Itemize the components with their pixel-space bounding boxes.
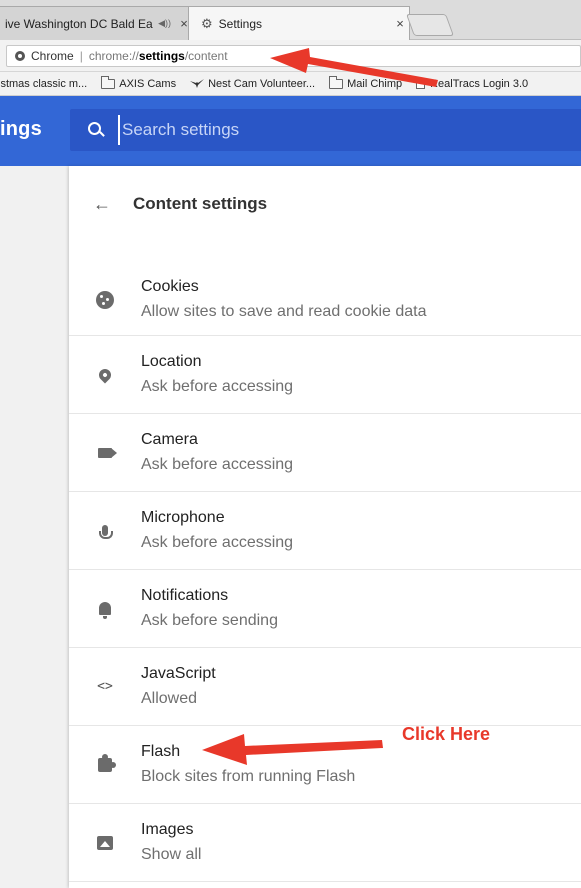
audio-icon: ◀)) (158, 18, 171, 28)
microphone-icon (99, 525, 113, 539)
item-description: Ask before sending (141, 611, 278, 629)
bookmarks-bar: istmas classic m... AXIS Cams Nest Cam V… (0, 72, 581, 96)
bookmark-axis-cams[interactable]: AXIS Cams (101, 75, 177, 90)
settings-list: Cookies Allow sites to save and read coo… (69, 264, 581, 882)
card-title: Content settings (133, 194, 268, 213)
list-item-javascript[interactable]: <> JavaScript Allowed (69, 648, 581, 726)
bookmark-realtracs[interactable]: RealTracs Login 3.0 (416, 78, 528, 90)
item-description: Ask before accessing (141, 455, 294, 473)
item-label: Location (141, 352, 202, 370)
item-description: Ask before accessing (141, 377, 294, 395)
tab-strip: ive Washington DC Bald Ea ◀)) × ⚙ Settin… (0, 0, 581, 40)
close-icon[interactable]: × (391, 16, 409, 31)
security-chip[interactable]: Chrome (15, 49, 74, 63)
folder-icon (101, 75, 116, 89)
separator: | (79, 49, 83, 63)
item-label: Images (141, 820, 194, 838)
bell-icon (99, 602, 111, 619)
item-label: Camera (141, 430, 198, 448)
list-item-flash[interactable]: Flash Block sites from running Flash (69, 726, 581, 804)
new-tab-button[interactable] (405, 14, 455, 36)
bird-icon (190, 78, 205, 88)
bookmark-label: RealTracs Login 3.0 (430, 77, 529, 90)
item-description: Ask before accessing (141, 533, 294, 551)
folder-icon (329, 75, 344, 89)
search-bar[interactable] (70, 109, 581, 151)
back-arrow-icon[interactable]: ← (93, 194, 133, 215)
settings-header: ings (0, 96, 581, 166)
content-settings-card: ← Content settings Cookies Allow sites t… (69, 166, 581, 888)
cookie-icon (96, 290, 114, 309)
bookmark-label: Nest Cam Volunteer... (208, 77, 316, 90)
item-label: Microphone (141, 508, 225, 526)
url-scheme: chrome:// (88, 49, 139, 63)
item-label: Flash (141, 742, 181, 760)
bookmark-label: istmas classic m... (0, 77, 88, 90)
chrome-icon (15, 51, 25, 61)
gear-icon: ⚙ (201, 15, 213, 31)
card-header: ← Content settings (69, 166, 581, 242)
list-item-camera[interactable]: Camera Ask before accessing (69, 414, 581, 492)
item-description: Block sites from running Flash (141, 767, 356, 785)
bookmark-label: AXIS Cams (119, 77, 177, 90)
item-label: JavaScript (141, 664, 216, 682)
list-item-images[interactable]: Images Show all (69, 804, 581, 882)
chip-label: Chrome (31, 49, 74, 63)
bookmark-label: Mail Chimp (347, 77, 403, 90)
item-label: Cookies (141, 277, 199, 295)
tab-bald-eagle[interactable]: ive Washington DC Bald Ea ◀)) × (0, 6, 194, 40)
code-icon: <> (97, 679, 113, 694)
puzzle-icon (98, 753, 116, 772)
click-here-callout: Click Here (402, 724, 491, 744)
item-label: Notifications (141, 586, 229, 604)
bookmark-mail-chimp[interactable]: Mail Chimp (329, 75, 403, 90)
url-path: /content (184, 49, 228, 63)
search-icon (80, 109, 118, 151)
list-item-cookies[interactable]: Cookies Allow sites to save and read coo… (69, 264, 581, 336)
bookmark-christmas[interactable]: istmas classic m... (0, 78, 87, 90)
list-item-microphone[interactable]: Microphone Ask before accessing (69, 492, 581, 570)
item-description: Show all (141, 845, 202, 863)
address-bar[interactable]: Chrome | chrome://settings/content (6, 45, 581, 67)
item-description: Allow sites to save and read cookie data (141, 302, 427, 320)
list-item-notifications[interactable]: Notifications Ask before sending (69, 570, 581, 648)
page-title: ings (0, 118, 42, 140)
page-icon (416, 78, 426, 89)
item-description: Allowed (141, 689, 198, 707)
location-pin-icon (96, 366, 114, 383)
image-icon (97, 835, 113, 850)
camera-icon (98, 447, 112, 458)
bookmark-nest-cam[interactable]: Nest Cam Volunteer... (190, 78, 315, 90)
list-item-location[interactable]: Location Ask before accessing (69, 336, 581, 414)
search-input[interactable] (118, 115, 581, 145)
toolbar: Chrome | chrome://settings/content (0, 40, 581, 72)
tab-title: Settings (218, 16, 263, 31)
tab-settings[interactable]: ⚙ Settings × (188, 6, 410, 40)
url-host: settings (138, 49, 185, 63)
tab-title: ive Washington DC Bald Ea (5, 16, 153, 31)
